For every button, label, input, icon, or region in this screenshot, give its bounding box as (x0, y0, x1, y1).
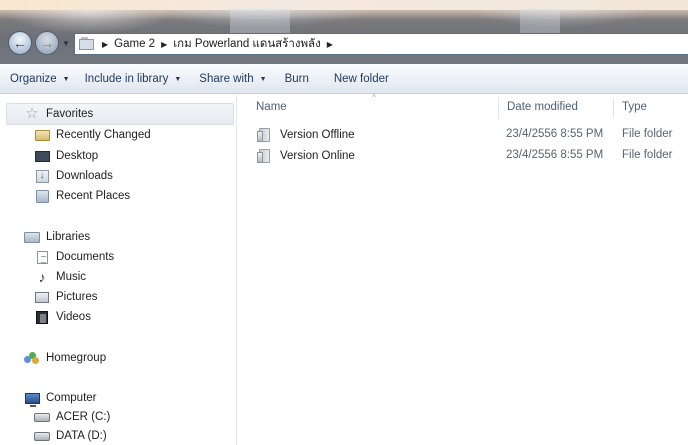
nav-recently-changed-label: Recently Changed (56, 129, 151, 141)
include-in-library-button[interactable]: Include in library ▼ (85, 73, 182, 85)
glass-reflection (230, 8, 290, 36)
share-with-button[interactable]: Share with ▼ (199, 73, 266, 85)
nav-downloads[interactable]: Downloads (34, 169, 113, 183)
nav-documents[interactable]: Documents (34, 250, 114, 264)
title-glow (0, 0, 688, 10)
file-row[interactable]: Version Online 23/4/2556 8:55 PM File fo… (252, 146, 688, 166)
nav-favorites[interactable]: ☆ Favorites (24, 105, 94, 122)
forward-button[interactable]: → (35, 31, 59, 55)
breadcrumb-separator-icon[interactable]: ▶ (102, 40, 108, 49)
breadcrumb-game-2[interactable]: Game 2 (114, 38, 155, 50)
share-with-label: Share with (199, 72, 254, 85)
organize-button[interactable]: Organize ▼ (10, 73, 70, 85)
nav-desktop[interactable]: Desktop (34, 149, 98, 163)
file-list-pane: ^ Name Date modified Type Version Offlin… (238, 93, 688, 445)
breadcrumb: ▶ Game 2 ▶ เกม Powerland แดนสร้างพลัง ▶ (98, 35, 339, 53)
file-name-cell: Version Online (252, 149, 355, 163)
breadcrumb-separator-icon[interactable]: ▶ (161, 40, 167, 49)
file-name-cell: Version Offline (252, 128, 355, 142)
nav-recent-places[interactable]: Recent Places (34, 189, 130, 203)
nav-computer[interactable]: Computer (24, 391, 97, 407)
nav-recently-changed[interactable]: Recently Changed (34, 128, 151, 142)
sort-indicator-icon: ^ (372, 93, 376, 102)
breadcrumb-separator-icon[interactable]: ▶ (327, 40, 333, 49)
file-name: Version Offline (280, 129, 355, 141)
breadcrumb-powerland[interactable]: เกม Powerland แดนสร้างพลัง (173, 35, 320, 53)
folder-icon (257, 149, 270, 163)
nav-homegroup[interactable]: Homegroup (24, 351, 106, 365)
burn-button[interactable]: Burn (285, 73, 309, 85)
star-icon: ☆ (25, 105, 39, 122)
include-in-library-label: Include in library (84, 72, 169, 85)
nav-recent-places-label: Recent Places (56, 190, 131, 202)
file-type: File folder (622, 149, 673, 161)
nav-documents-label: Documents (56, 251, 115, 263)
nav-favorites-label: Favorites (46, 108, 94, 120)
nav-drive-c[interactable]: ACER (C:) (34, 410, 110, 424)
nav-drive-c-label: ACER (C:) (56, 411, 111, 423)
videos-icon (34, 310, 50, 324)
column-header-date-modified[interactable]: Date modified (507, 95, 578, 119)
column-header-type[interactable]: Type (622, 95, 647, 119)
documents-icon (34, 250, 50, 264)
music-icon: ♪ (38, 269, 46, 285)
chevron-down-icon: ▼ (259, 75, 267, 83)
file-name: Version Online (280, 150, 355, 162)
downloads-icon (34, 169, 50, 183)
column-header-name[interactable]: Name (256, 95, 287, 119)
nav-desktop-label: Desktop (56, 150, 99, 162)
desktop-icon (34, 149, 50, 163)
nav-drive-d[interactable]: DATA (D:) (34, 429, 107, 443)
file-type: File folder (622, 128, 673, 140)
file-date-modified: 23/4/2556 8:55 PM (506, 128, 604, 140)
nav-videos[interactable]: Videos (34, 310, 91, 324)
nav-libraries[interactable]: Libraries (24, 230, 90, 244)
navigation-pane: ☆ Favorites Recently Changed Desktop Dow… (0, 95, 237, 445)
window-title-area: ← → ▼ ▶ Game 2 ▶ เกม Powerland แดนสร้างพ… (0, 0, 688, 64)
hard-drive-icon (34, 429, 50, 443)
nav-pictures-label: Pictures (56, 291, 98, 303)
column-divider[interactable] (498, 97, 499, 119)
chevron-down-icon: ▼ (62, 75, 70, 83)
computer-icon (24, 391, 40, 407)
forward-arrow-icon: → (40, 35, 54, 51)
back-button[interactable]: ← (8, 31, 32, 55)
nav-libraries-label: Libraries (46, 231, 91, 243)
glass-reflection (520, 8, 560, 36)
folder-location-icon (79, 37, 95, 51)
homegroup-icon (24, 351, 40, 365)
nav-pictures[interactable]: Pictures (34, 290, 98, 304)
hard-drive-icon (34, 410, 50, 424)
nav-computer-label: Computer (46, 392, 97, 404)
folder-icon (257, 128, 270, 142)
file-date-modified: 23/4/2556 8:55 PM (506, 149, 604, 161)
nav-videos-label: Videos (56, 311, 91, 323)
libraries-icon (24, 230, 40, 244)
nav-homegroup-label: Homegroup (46, 352, 107, 364)
recent-pages-dropdown[interactable]: ▼ (62, 39, 70, 48)
back-arrow-icon: ← (13, 35, 27, 51)
address-bar[interactable]: ▶ Game 2 ▶ เกม Powerland แดนสร้างพลัง ▶ (74, 33, 688, 55)
nav-drive-d-label: DATA (D:) (56, 430, 107, 442)
command-bar: Organize ▼ Include in library ▼ Share with… (0, 64, 688, 94)
nav-music-label: Music (56, 271, 87, 283)
recent-places-icon (34, 189, 50, 203)
pictures-icon (34, 290, 50, 304)
new-folder-button[interactable]: New folder (334, 73, 389, 85)
chevron-down-icon: ▼ (174, 75, 182, 83)
file-row[interactable]: Version Offline 23/4/2556 8:55 PM File f… (252, 125, 688, 145)
nav-downloads-label: Downloads (56, 170, 113, 182)
nav-music[interactable]: ♪ Music (34, 269, 87, 285)
organize-label: Organize (10, 72, 57, 85)
column-divider[interactable] (613, 97, 614, 119)
recently-changed-icon (34, 128, 50, 142)
